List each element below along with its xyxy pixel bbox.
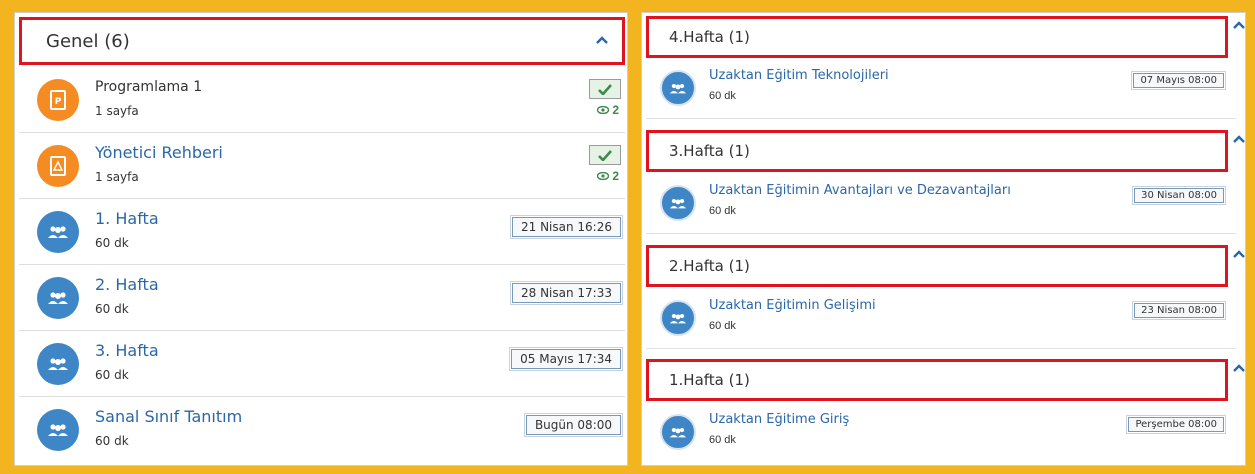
chevron-up-icon[interactable] <box>596 36 608 46</box>
view-count-value: 2 <box>612 103 619 117</box>
completed-check-icon <box>589 145 621 165</box>
item-subtitle: 60 dk <box>95 368 129 382</box>
item-subtitle: 1 sayfa <box>95 170 139 184</box>
people-icon <box>37 277 79 319</box>
item-subtitle: 60 dk <box>709 90 736 102</box>
view-count-value: 2 <box>612 169 619 183</box>
item-title[interactable]: 2. Hafta <box>95 275 159 294</box>
item-subtitle: 1 sayfa <box>95 104 139 118</box>
eye-icon <box>597 169 610 183</box>
item-title[interactable]: Uzaktan Eğitimin Avantajları ve Dezavant… <box>709 183 1011 198</box>
list-item[interactable]: Uzaktan Eğitime Giriş 60 dk Perşembe 08:… <box>646 403 1236 463</box>
date-badge: 07 Mayıs 08:00 <box>1131 71 1226 90</box>
item-subtitle: 60 dk <box>709 320 736 332</box>
date-badge: 05 Mayıs 17:34 <box>509 347 623 371</box>
view-count: 2 <box>597 103 619 117</box>
pdf-icon <box>37 145 79 187</box>
item-subtitle: 60 dk <box>709 205 736 217</box>
chevron-up-icon[interactable] <box>1233 21 1245 31</box>
people-icon <box>37 409 79 451</box>
week2-section-header[interactable]: 2.Hafta (1) <box>646 245 1245 287</box>
date-badge: Perşembe 08:00 <box>1126 415 1226 434</box>
weekly-sections-panel: 4.Hafta (1) Uzaktan Eğitim Teknolojileri… <box>641 12 1246 466</box>
people-icon <box>660 185 696 221</box>
list-item[interactable]: Sanal Sınıf Tanıtım 60 dk Bugün 08:00 <box>19 397 625 463</box>
item-title[interactable]: Uzaktan Eğitimin Gelişimi <box>709 298 876 313</box>
item-title[interactable]: 3. Hafta <box>95 341 159 360</box>
general-section-panel: Genel (6) P Programlama 1 1 sayfa 2 Yöne… <box>14 12 628 466</box>
item-subtitle: 60 dk <box>95 236 129 250</box>
section-title: 3.Hafta (1) <box>669 142 750 160</box>
item-title[interactable]: 1. Hafta <box>95 209 159 228</box>
pdf-icon: P <box>37 79 79 121</box>
list-item[interactable]: Uzaktan Eğitimin Gelişimi 60 dk 23 Nisan… <box>646 289 1236 349</box>
item-subtitle: 60 dk <box>709 434 736 446</box>
list-item[interactable]: 3. Hafta 60 dk 05 Mayıs 17:34 <box>19 331 625 397</box>
general-section-header[interactable]: Genel (6) <box>19 17 625 65</box>
list-item[interactable]: 2. Hafta 60 dk 28 Nisan 17:33 <box>19 265 625 331</box>
date-badge: 30 Nisan 08:00 <box>1132 186 1226 205</box>
list-item[interactable]: P Programlama 1 1 sayfa 2 <box>19 67 625 133</box>
chevron-up-icon[interactable] <box>1233 250 1245 260</box>
list-item[interactable]: Yönetici Rehberi 1 sayfa 2 <box>19 133 625 199</box>
item-title[interactable]: Sanal Sınıf Tanıtım <box>95 407 242 426</box>
date-badge: Bugün 08:00 <box>523 413 624 437</box>
section-title: 1.Hafta (1) <box>669 371 750 389</box>
item-title[interactable]: Uzaktan Eğitime Giriş <box>709 412 849 427</box>
list-item[interactable]: 1. Hafta 60 dk 21 Nisan 16:26 <box>19 199 625 265</box>
people-icon <box>37 211 79 253</box>
people-icon <box>37 343 79 385</box>
section-title: Genel (6) <box>46 30 130 52</box>
date-badge: 23 Nisan 08:00 <box>1132 301 1226 320</box>
week3-section-header[interactable]: 3.Hafta (1) <box>646 130 1245 172</box>
list-item[interactable]: Uzaktan Eğitimin Avantajları ve Dezavant… <box>646 174 1236 234</box>
section-title: 2.Hafta (1) <box>669 257 750 275</box>
section-title: 4.Hafta (1) <box>669 28 750 46</box>
chevron-up-icon[interactable] <box>1233 135 1245 145</box>
completed-check-icon <box>589 79 621 99</box>
eye-icon <box>597 103 610 117</box>
item-title[interactable]: Uzaktan Eğitim Teknolojileri <box>709 68 889 83</box>
item-title[interactable]: Programlama 1 <box>95 79 202 95</box>
svg-text:P: P <box>55 97 62 107</box>
item-subtitle: 60 dk <box>95 302 129 316</box>
date-badge: 28 Nisan 17:33 <box>509 281 624 305</box>
week4-section-header[interactable]: 4.Hafta (1) <box>646 16 1245 58</box>
view-count: 2 <box>597 169 619 183</box>
date-badge: 21 Nisan 16:26 <box>509 215 624 239</box>
people-icon <box>660 300 696 336</box>
chevron-up-icon[interactable] <box>1233 364 1245 374</box>
item-subtitle: 60 dk <box>95 434 129 448</box>
people-icon <box>660 414 696 450</box>
week1-section-header[interactable]: 1.Hafta (1) <box>646 359 1245 401</box>
list-item[interactable]: Uzaktan Eğitim Teknolojileri 60 dk 07 Ma… <box>646 59 1236 119</box>
item-title[interactable]: Yönetici Rehberi <box>95 143 223 162</box>
people-icon <box>660 70 696 106</box>
